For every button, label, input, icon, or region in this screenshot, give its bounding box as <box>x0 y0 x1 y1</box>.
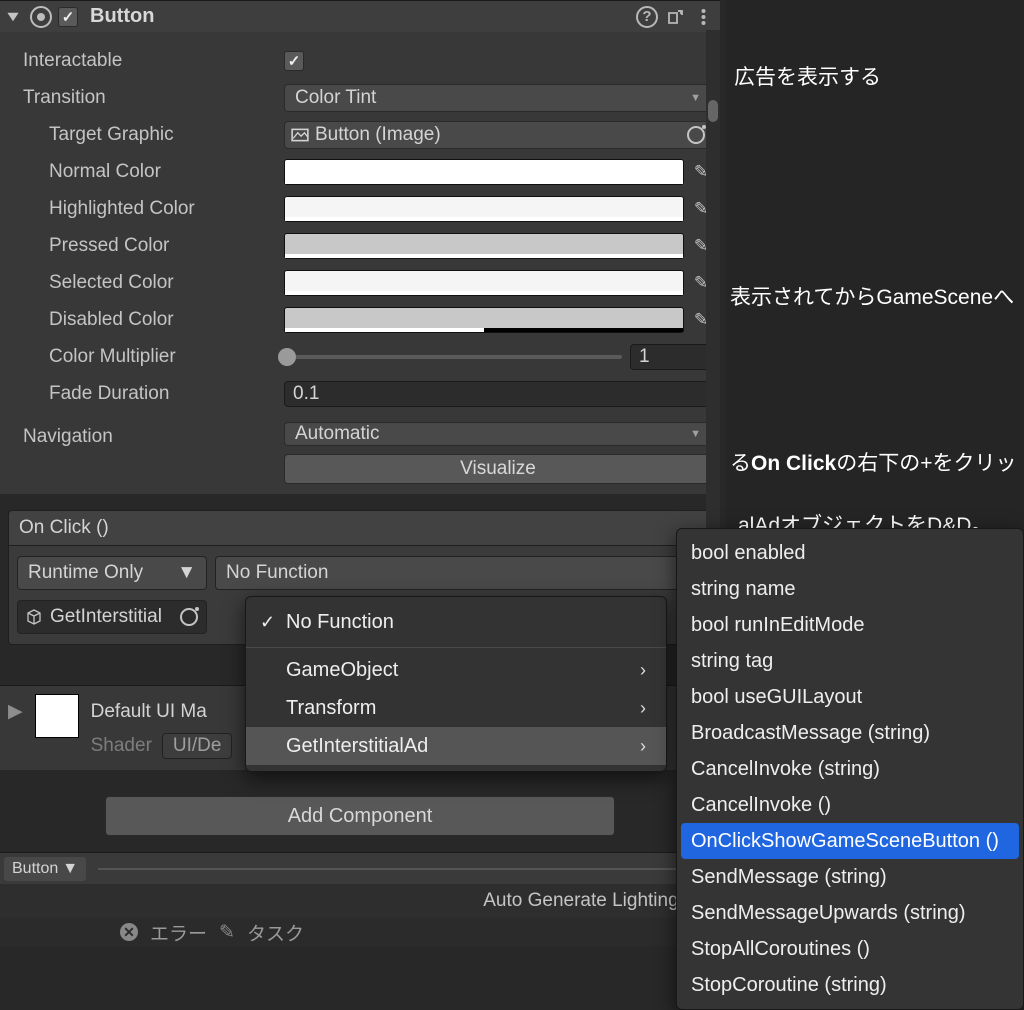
error-tab[interactable]: エラー <box>150 919 207 946</box>
task-tab[interactable]: タスク <box>247 919 304 946</box>
asset-labels-bar: Button▼ <box>0 852 720 884</box>
submenu-item[interactable]: BroadcastMessage (string) <box>677 715 1023 751</box>
error-icon: ✕ <box>120 923 138 941</box>
submenu-item[interactable]: CancelInvoke (string) <box>677 751 1023 787</box>
function-submenu[interactable]: bool enabled string name bool runInEditM… <box>676 528 1024 1010</box>
menu-item-no-function[interactable]: ✓ No Function <box>246 603 666 641</box>
disabled-color-swatch[interactable] <box>284 307 684 333</box>
submenu-item[interactable]: StopCoroutine (string) <box>677 967 1023 1003</box>
material-thumbnail[interactable] <box>35 694 79 738</box>
onclick-header: On Click () <box>9 511 711 546</box>
highlighted-color-swatch[interactable] <box>284 196 684 222</box>
lighting-footer: Auto Generate Lighting Of <box>0 884 720 918</box>
menu-item-gameobject[interactable]: GameObject› <box>246 647 666 689</box>
console-tabs: ✕ エラー ✎ タスク <box>0 918 720 946</box>
pressed-color-label: Pressed Color <box>23 235 278 257</box>
inspector-panel: ✓ Button ? Interactable ✓ Transition Col… <box>0 0 720 946</box>
menu-item-transform[interactable]: Transform› <box>246 689 666 727</box>
submenu-item[interactable]: bool enabled <box>677 535 1023 571</box>
foldout-icon[interactable] <box>6 10 20 24</box>
check-icon: ✓ <box>260 612 275 633</box>
function-menu[interactable]: ✓ No Function GameObject› Transform› Get… <box>245 596 667 772</box>
navigation-label: Navigation <box>23 422 278 448</box>
selected-color-swatch[interactable] <box>284 270 684 296</box>
object-picker-icon[interactable] <box>180 608 198 626</box>
submenu-item[interactable]: StopAllCoroutines () <box>677 931 1023 967</box>
disabled-color-label: Disabled Color <box>23 309 278 331</box>
shader-label: Shader <box>91 735 152 757</box>
asset-label-dropdown[interactable]: Button▼ <box>4 857 86 881</box>
submenu-item-selected[interactable]: OnClickShowGameSceneButton () <box>681 823 1019 859</box>
fade-duration-label: Fade Duration <box>23 383 278 405</box>
transition-dropdown[interactable]: Color Tint▼ <box>284 84 712 112</box>
chevron-right-icon: › <box>640 660 646 681</box>
interactable-checkbox[interactable]: ✓ <box>284 51 304 71</box>
submenu-item[interactable]: CancelInvoke () <box>677 787 1023 823</box>
submenu-item[interactable]: SendMessage (string) <box>677 859 1023 895</box>
color-multiplier-value[interactable]: 1 <box>630 344 712 370</box>
normal-color-swatch[interactable] <box>284 159 684 185</box>
selected-color-label: Selected Color <box>23 272 278 294</box>
material-name: Default UI Ma <box>91 701 207 723</box>
submenu-item[interactable]: string name <box>677 571 1023 607</box>
foldout-icon[interactable]: ▶ <box>8 694 23 723</box>
fade-duration-field[interactable]: 0.1 <box>284 381 712 407</box>
target-graphic-field[interactable]: Button (Image) <box>284 121 712 149</box>
color-multiplier-slider[interactable] <box>284 355 622 359</box>
kebab-menu-icon[interactable] <box>692 6 714 28</box>
chevron-right-icon: › <box>640 698 646 719</box>
submenu-item[interactable]: SendMessageUpwards (string) <box>677 895 1023 931</box>
navigation-dropdown[interactable]: Automatic▼ <box>284 422 712 446</box>
runtime-dropdown[interactable]: Runtime Only▼ <box>17 556 207 590</box>
add-component-button[interactable]: Add Component <box>105 796 615 836</box>
component-header[interactable]: ✓ Button ? <box>0 0 720 32</box>
transition-label: Transition <box>23 87 278 109</box>
normal-color-label: Normal Color <box>23 161 278 183</box>
submenu-item[interactable]: string tag <box>677 643 1023 679</box>
cube-icon <box>26 609 42 625</box>
pressed-color-swatch[interactable] <box>284 233 684 259</box>
submenu-item[interactable]: bool useGUILayout <box>677 679 1023 715</box>
visualize-button[interactable]: Visualize <box>284 454 712 484</box>
help-icon[interactable]: ? <box>636 6 658 28</box>
menu-item-getinterstitialad[interactable]: GetInterstitialAd› <box>246 727 666 765</box>
interactable-label: Interactable <box>23 50 278 72</box>
target-graphic-label: Target Graphic <box>23 124 278 146</box>
button-component-icon <box>30 6 52 28</box>
event-object-field[interactable]: GetInterstitial <box>17 600 207 634</box>
object-picker-icon[interactable] <box>687 126 705 144</box>
submenu-item[interactable]: bool runInEditMode <box>677 607 1023 643</box>
shader-dropdown[interactable]: UI/De <box>162 733 233 759</box>
component-enabled-checkbox[interactable]: ✓ <box>58 7 78 27</box>
chevron-right-icon: › <box>640 736 646 757</box>
function-dropdown[interactable]: No Function▾ <box>215 556 703 590</box>
preset-icon[interactable] <box>664 6 686 28</box>
image-icon <box>291 126 309 144</box>
component-title: Button <box>90 5 630 28</box>
color-multiplier-label: Color Multiplier <box>23 346 278 368</box>
highlighted-color-label: Highlighted Color <box>23 198 278 220</box>
